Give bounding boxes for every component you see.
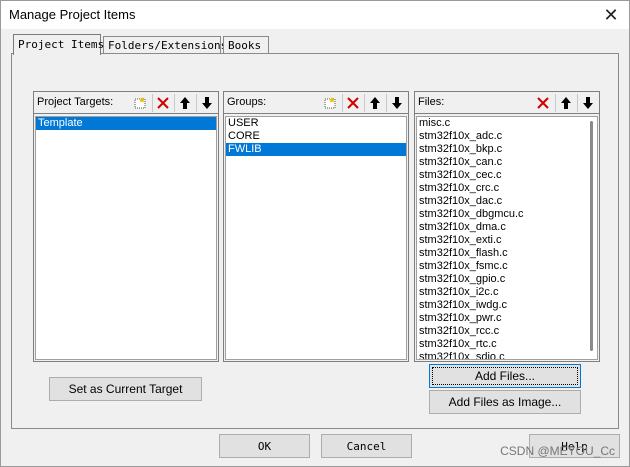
list-item[interactable]: stm32f10x_crc.c	[417, 182, 597, 195]
close-button[interactable]: ✕	[593, 1, 629, 29]
cancel-button[interactable]: Cancel	[321, 434, 412, 458]
delete-file-button[interactable]	[533, 94, 553, 112]
delete-icon	[156, 97, 169, 109]
set-current-target-button[interactable]: Set as Current Target	[49, 377, 202, 401]
title-bar: Manage Project Items ✕	[1, 1, 629, 29]
list-item[interactable]: stm32f10x_bkp.c	[417, 143, 597, 156]
list-item[interactable]: stm32f10x_gpio.c	[417, 273, 597, 286]
new-group-button[interactable]	[320, 94, 340, 112]
delete-target-button[interactable]	[152, 94, 172, 112]
list-item[interactable]: stm32f10x_pwr.c	[417, 312, 597, 325]
move-group-up-button[interactable]	[364, 94, 384, 112]
list-item[interactable]: stm32f10x_flash.c	[417, 247, 597, 260]
list-item[interactable]: stm32f10x_i2c.c	[417, 286, 597, 299]
groups-panel: Groups: USER CORE FWLIB	[223, 91, 409, 362]
delete-icon	[537, 97, 549, 109]
list-item[interactable]: stm32f10x_exti.c	[417, 234, 597, 247]
new-item-icon	[134, 97, 146, 109]
move-target-down-button[interactable]	[196, 94, 216, 112]
arrow-down-icon	[201, 97, 212, 109]
project-targets-panel: Project Targets: Template	[33, 91, 219, 362]
arrow-up-icon	[369, 97, 380, 109]
tab-books[interactable]: Books	[223, 36, 269, 54]
dialog-window: Manage Project Items ✕ Project Items Fol…	[0, 0, 630, 467]
ok-button[interactable]: OK	[219, 434, 310, 458]
list-item[interactable]: stm32f10x_can.c	[417, 156, 597, 169]
delete-icon	[346, 97, 359, 109]
groups-header: Groups:	[224, 92, 408, 114]
files-list[interactable]: misc.c stm32f10x_adc.c stm32f10x_bkp.c stm3…	[416, 116, 598, 360]
list-item[interactable]: stm32f10x_dac.c	[417, 195, 597, 208]
groups-label: Groups:	[227, 96, 267, 108]
delete-group-button[interactable]	[342, 94, 362, 112]
tab-project-items[interactable]: Project Items	[13, 34, 104, 55]
watermark: CSDN @MEYOU_Cc	[500, 444, 615, 458]
arrow-down-icon	[582, 97, 593, 109]
files-header: Files:	[415, 92, 599, 114]
list-item[interactable]: stm32f10x_rtc.c	[417, 338, 597, 351]
files-label: Files:	[418, 96, 445, 108]
list-item[interactable]: stm32f10x_adc.c	[417, 130, 597, 143]
list-item[interactable]: Template	[36, 117, 216, 130]
arrow-up-icon	[179, 97, 190, 109]
tab-folders-extensions[interactable]: Folders/Extensions	[103, 36, 227, 54]
list-item[interactable]: misc.c	[417, 117, 597, 130]
add-files-as-image-button[interactable]: Add Files as Image...	[429, 390, 581, 414]
list-item[interactable]: stm32f10x_fsmc.c	[417, 260, 597, 273]
groups-list[interactable]: USER CORE FWLIB	[225, 116, 407, 360]
arrow-down-icon	[391, 97, 402, 109]
list-item[interactable]: stm32f10x_iwdg.c	[417, 299, 597, 312]
project-targets-label: Project Targets:	[37, 96, 114, 108]
move-file-up-button[interactable]	[555, 94, 575, 112]
project-targets-list[interactable]: Template	[35, 116, 217, 360]
new-target-button[interactable]	[130, 94, 150, 112]
project-targets-header: Project Targets:	[34, 92, 218, 114]
list-item[interactable]: stm32f10x_cec.c	[417, 169, 597, 182]
files-scrollbar[interactable]	[590, 121, 593, 351]
arrow-up-icon	[560, 97, 571, 109]
new-item-icon	[324, 97, 336, 109]
move-group-down-button[interactable]	[386, 94, 406, 112]
dialog-title: Manage Project Items	[9, 7, 136, 22]
list-item[interactable]: USER	[226, 117, 406, 130]
add-files-button[interactable]: Add Files...	[429, 364, 581, 388]
list-item[interactable]: stm32f10x_rcc.c	[417, 325, 597, 338]
list-item[interactable]: CORE	[226, 130, 406, 143]
list-item[interactable]: FWLIB	[226, 143, 406, 156]
list-item[interactable]: stm32f10x_dma.c	[417, 221, 597, 234]
move-file-down-button[interactable]	[577, 94, 597, 112]
close-icon: ✕	[603, 4, 619, 25]
focus-rectangle	[432, 367, 578, 385]
list-item[interactable]: stm32f10x_dbgmcu.c	[417, 208, 597, 221]
move-target-up-button[interactable]	[174, 94, 194, 112]
list-item[interactable]: stm32f10x_sdio.c	[417, 351, 597, 359]
files-panel: Files: misc.c stm32f10x_adc.c stm32f10x_bk…	[414, 91, 600, 362]
